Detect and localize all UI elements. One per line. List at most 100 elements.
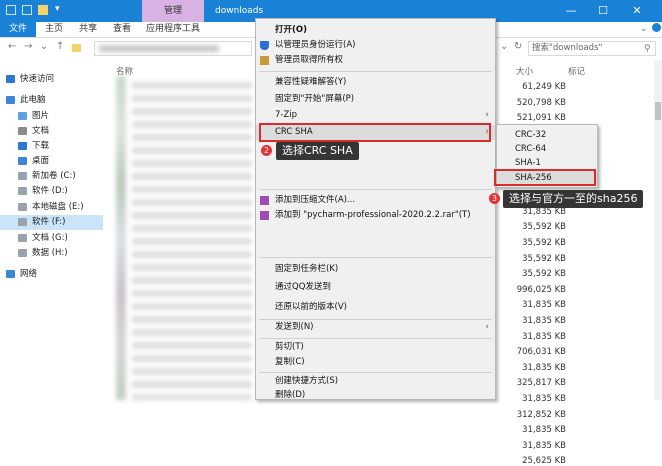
close-button[interactable]: ✕ [624, 0, 650, 22]
address-bar[interactable] [94, 41, 252, 56]
drive-icon [18, 218, 27, 226]
file-size: 31,835 KB [522, 206, 566, 217]
nav-item[interactable]: 网络 [0, 267, 103, 282]
file-size: 521,091 KB [516, 113, 566, 124]
nav-item[interactable]: 软件 (D:) [0, 184, 103, 199]
help-icon[interactable] [652, 23, 661, 32]
nav-item[interactable]: 桌面 [0, 154, 103, 169]
file-size: 996,025 KB [516, 284, 566, 295]
nav-item[interactable]: 文档 [0, 124, 103, 139]
menu-separator [259, 189, 492, 190]
menu-run-as-admin[interactable]: 以管理员身份运行(A) [256, 38, 495, 53]
nav-item-label: 文档 (G:) [32, 233, 68, 243]
contextual-tab-manage[interactable]: 管理 [142, 0, 204, 22]
file-size: 520,798 KB [516, 97, 566, 108]
file-size: 31,835 KB [522, 316, 566, 326]
download-icon [18, 142, 27, 150]
recent-locations-icon[interactable]: ⌄ [40, 41, 48, 52]
tab-home[interactable]: 主页 [38, 22, 70, 37]
menu-add-to-archive[interactable]: 添加到压缩文件(A)... [256, 193, 495, 208]
menu-7zip[interactable]: 7-Zip › [256, 108, 495, 123]
submenu-crc32[interactable]: CRC-32 [497, 128, 597, 143]
nav-item[interactable]: 快速访问 [0, 72, 103, 87]
shield-icon [260, 41, 269, 50]
key-icon [260, 56, 269, 65]
menu-send-via-qq[interactable]: 通过QQ发送到 [256, 280, 495, 295]
maximize-button[interactable]: ☐ [590, 0, 616, 22]
star-icon [6, 75, 15, 83]
scrollbar-thumb[interactable] [655, 102, 661, 120]
nav-item-label: 桌面 [32, 156, 50, 166]
nav-item-label: 软件 (D:) [32, 186, 68, 196]
menu-add-to-rar[interactable]: 添加到 "pycharm-professional-2020.2.2.rar"(… [256, 208, 495, 223]
drive-icon [18, 203, 27, 211]
menu-separator [259, 338, 492, 339]
sha256-highlight-outline [494, 169, 596, 186]
nav-item[interactable]: 本地磁盘 (E:) [0, 200, 103, 215]
file-size: 35,592 KB [522, 222, 566, 233]
folder-icon[interactable] [38, 5, 48, 15]
menu-pin-to-taskbar[interactable]: 固定到任务栏(K) [256, 262, 495, 277]
file-size: 31,835 KB [522, 425, 566, 436]
quick-access-dropdown-icon[interactable]: ▾ [55, 4, 60, 14]
network-icon [6, 270, 15, 278]
menu-delete[interactable]: 删除(D) [256, 388, 495, 403]
nav-item[interactable]: 软件 (F:) [0, 215, 103, 230]
menu-copy[interactable]: 复制(C) [256, 355, 495, 370]
nav-item[interactable]: 新加卷 (C:) [0, 169, 103, 184]
menu-pin-to-start[interactable]: 固定到"开始"屏幕(P) [256, 92, 495, 107]
desktop-icon [18, 157, 27, 165]
file-size: 25,625 KB [522, 456, 566, 466]
nav-item[interactable]: 此电脑 [0, 93, 103, 108]
refresh-icon[interactable]: ↻ [514, 41, 522, 52]
search-input[interactable]: 搜索"downloads" [528, 41, 656, 56]
address-dropdown-icon[interactable]: ⌄ [500, 41, 508, 52]
step-badge-3: 3 [489, 193, 500, 204]
nav-item[interactable]: 数据 (H:) [0, 246, 103, 261]
pictures-icon [18, 112, 27, 120]
nav-item[interactable]: 图片 [0, 109, 103, 124]
menu-open[interactable]: 打开(O) [256, 23, 495, 38]
nav-item[interactable]: 文档 (G:) [0, 231, 103, 246]
file-size: 325,817 KB [516, 378, 566, 389]
tab-view[interactable]: 查看 [106, 22, 138, 37]
documents-icon [18, 127, 27, 135]
chevron-right-icon: › [485, 110, 489, 120]
drive-icon [18, 249, 27, 257]
nav-item-label: 文档 [32, 126, 50, 136]
nav-item-label: 快速访问 [20, 74, 55, 84]
menu-send-to[interactable]: 发送到(N) › [256, 320, 495, 335]
file-size: 706,031 KB [516, 347, 566, 358]
tab-app-tools[interactable]: 应用程序工具 [140, 22, 206, 37]
submenu-crc64[interactable]: CRC-64 [497, 142, 597, 157]
up-icon[interactable]: ↑ [56, 41, 64, 52]
file-size: 35,592 KB [522, 253, 566, 264]
menu-separator [259, 71, 492, 72]
tab-share[interactable]: 共享 [72, 22, 104, 37]
menu-restore-previous[interactable]: 还原以前的版本(V) [256, 300, 495, 315]
archive-icon [260, 211, 269, 220]
tab-file[interactable]: 文件 [0, 22, 36, 37]
file-icon[interactable] [6, 5, 16, 15]
menu-cut[interactable]: 剪切(T) [256, 340, 495, 355]
crc-sha-highlight-outline [259, 123, 491, 142]
ribbon-expand-icon[interactable]: ⌄ [640, 24, 648, 34]
menu-create-shortcut[interactable]: 创建快捷方式(S) [256, 374, 495, 389]
forward-icon[interactable]: → [24, 41, 32, 52]
properties-icon[interactable] [22, 5, 32, 15]
annotation-select-crc-sha: 选择CRC SHA [276, 142, 359, 160]
chevron-right-icon: › [485, 322, 489, 332]
nav-item-label: 数据 (H:) [32, 248, 68, 258]
nav-item[interactable]: 下载 [0, 139, 103, 154]
step-badge-2: 2 [261, 145, 272, 156]
back-icon[interactable]: ← [8, 41, 16, 52]
folder-icon [72, 44, 81, 52]
minimize-button[interactable]: — [558, 0, 584, 22]
menu-separator [259, 372, 492, 373]
file-names-blurred [112, 76, 257, 400]
nav-item-label: 此电脑 [20, 95, 46, 105]
menu-compat-troubleshoot[interactable]: 兼容性疑难解答(Y) [256, 75, 495, 90]
drive-icon [18, 234, 27, 242]
navigation-pane: 快速访问此电脑图片文档下载桌面新加卷 (C:) 软件 (D:) 本地磁盘 (E:) 软… [0, 60, 103, 400]
menu-take-ownership[interactable]: 管理员取得所有权 [256, 53, 495, 68]
